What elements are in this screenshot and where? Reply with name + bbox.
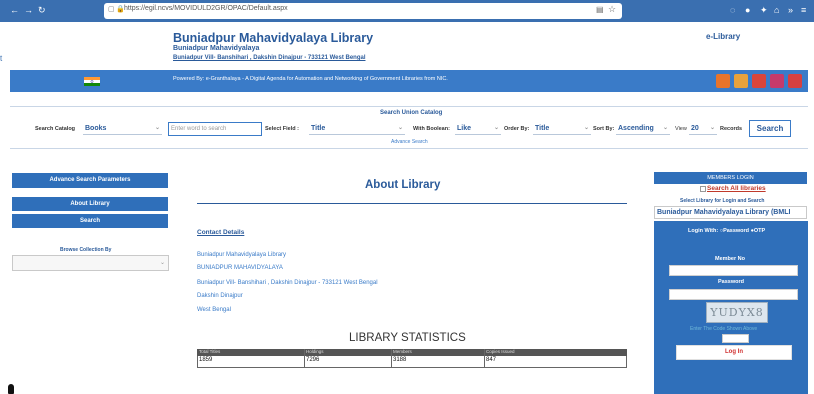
- password-option-label: Password: [723, 228, 750, 234]
- search-all-checkbox[interactable]: [700, 186, 706, 192]
- arrow-right-icon[interactable]: →: [24, 4, 33, 16]
- table-cell: 3188: [393, 357, 407, 363]
- table-divider: [304, 349, 305, 368]
- mouse-cursor: [8, 384, 14, 394]
- chevron-down-icon: ⌄: [397, 125, 403, 131]
- member-no-label: Member No: [715, 256, 745, 262]
- table-cell: 7296: [306, 357, 320, 363]
- catalog-select[interactable]: Books ⌄: [83, 122, 162, 135]
- report-icon[interactable]: [752, 74, 766, 88]
- site-header: [0, 22, 814, 70]
- contact-line: BUNIADPUR MAHAVIDYALAYA: [197, 265, 283, 271]
- language-icon[interactable]: [788, 74, 802, 88]
- table-divider: [484, 349, 485, 368]
- table-header: Total Titles: [199, 349, 221, 354]
- menu-icon[interactable]: ≡: [801, 4, 806, 16]
- browse-collection-select[interactable]: ⌄: [12, 255, 169, 271]
- powered-by-text: Powered By: e-Granthalaya - A Digital Ag…: [173, 76, 448, 82]
- india-flag-icon: [84, 77, 100, 86]
- browse-collection-label: Browse Collection By: [60, 247, 112, 253]
- about-library-button[interactable]: About Library: [12, 197, 168, 211]
- password-label: Password: [718, 279, 744, 285]
- records-label: Records: [720, 126, 743, 132]
- home-toolbar-icon[interactable]: [716, 74, 730, 88]
- chevron-down-icon: ⌄: [493, 125, 499, 131]
- search-all-libraries-link[interactable]: Search All libraries: [707, 185, 766, 192]
- table-cell: 847: [486, 357, 497, 363]
- advance-search-params-button[interactable]: Advance Search Parameters: [12, 173, 168, 188]
- book-icon[interactable]: [770, 74, 784, 88]
- edge-mark: t: [0, 54, 3, 63]
- reload-icon[interactable]: ↻: [38, 4, 46, 16]
- contact-line: West Bengal: [197, 307, 231, 313]
- search-button[interactable]: Search: [749, 120, 791, 137]
- extension-icon[interactable]: ✦: [760, 4, 768, 16]
- contact-line: Buniadpur Mahavidyalaya Library: [197, 252, 287, 258]
- table-header: Copies Issued: [486, 349, 515, 354]
- shield-dot-icon[interactable]: ●: [745, 4, 750, 16]
- boolean-select[interactable]: Like ⌄: [455, 122, 501, 135]
- sidebar-search-button[interactable]: Search: [12, 214, 168, 228]
- captcha-input[interactable]: [722, 334, 749, 343]
- title-divider: [197, 203, 627, 204]
- sort-by-label: Sort By:: [593, 126, 615, 132]
- search-catalog-title: Search Union Catalog: [380, 110, 443, 116]
- reader-view-icon[interactable]: ▤: [596, 5, 604, 14]
- bookmark-star-icon[interactable]: ☆: [608, 4, 616, 15]
- search-catalog-label: Search Catalog: [35, 126, 76, 132]
- advance-search-link[interactable]: Advance Search: [391, 139, 428, 145]
- chevron-down-icon: ⌄: [154, 125, 160, 131]
- member-no-input[interactable]: [669, 265, 798, 276]
- contact-line: Buniadpur Vill- Banshihari , Dakshin Din…: [197, 280, 378, 286]
- boolean-label: With Boolean:: [413, 126, 450, 132]
- members-login-button[interactable]: MEMBERS LOGIN: [654, 172, 807, 184]
- about-library-title: About Library: [365, 179, 441, 191]
- library-select[interactable]: Buniadpur Mahavidyalaya Library (BMLI: [654, 206, 807, 219]
- select-library-label: Select Library for Login and Search: [680, 198, 765, 204]
- view-select[interactable]: 20 ⌄: [689, 122, 717, 135]
- home-icon[interactable]: ⌂: [774, 4, 779, 16]
- arrow-left-icon[interactable]: ←: [10, 4, 19, 16]
- statistics-header-row: [197, 349, 627, 356]
- login-with-label: Login With: ○Password ●OTP: [688, 228, 766, 234]
- order-select[interactable]: Title ⌄: [533, 122, 591, 135]
- table-header: Holdings: [306, 349, 324, 354]
- overflow-icon[interactable]: »: [788, 4, 793, 16]
- order-by-label: Order By:: [504, 126, 530, 132]
- user-icon[interactable]: [734, 74, 748, 88]
- elibrary-label: e-Library: [706, 32, 741, 41]
- sort-select[interactable]: Ascending ⌄: [616, 122, 670, 135]
- table-header: Members: [393, 349, 412, 354]
- chevron-down-icon: ⌄: [159, 260, 165, 266]
- table-divider: [391, 349, 392, 368]
- login-button[interactable]: Log In: [676, 345, 792, 360]
- chevron-down-icon: ⌄: [583, 125, 589, 131]
- otp-option-label: OTP: [753, 228, 766, 234]
- captcha-label: Enter The Code Shown Above: [690, 326, 758, 332]
- chevron-down-icon: ⌄: [662, 125, 668, 131]
- captcha-image: YUDYX8: [706, 302, 768, 323]
- search-word-input[interactable]: Enter word to search: [168, 122, 262, 136]
- library-title: Buniadpur Mahavidyalaya Library: [173, 31, 374, 45]
- shield-icon: ▢: [108, 6, 115, 13]
- pocket-icon[interactable]: ◌: [730, 4, 735, 16]
- library-address: Buniadpur Vill- Banshihari , Dakshin Din…: [173, 55, 366, 61]
- library-subtitle: Buniadpur Mahavidyalaya: [173, 45, 260, 52]
- library-statistics-title: LIBRARY STATISTICS: [349, 332, 466, 344]
- contact-line: Dakshin Dinajpur: [197, 293, 243, 299]
- url-text: https://egil.ncvs/MOVIDULD2GR/OPAC/Defau…: [124, 5, 288, 12]
- select-field-label: Select Field :: [265, 126, 299, 132]
- view-label: View: [675, 126, 687, 132]
- chevron-down-icon: ⌄: [709, 125, 715, 131]
- contact-details-heading: Contact Details: [197, 229, 245, 236]
- table-cell: 1859: [199, 357, 213, 363]
- password-input[interactable]: [669, 289, 798, 300]
- field-select[interactable]: Title ⌄: [309, 122, 405, 135]
